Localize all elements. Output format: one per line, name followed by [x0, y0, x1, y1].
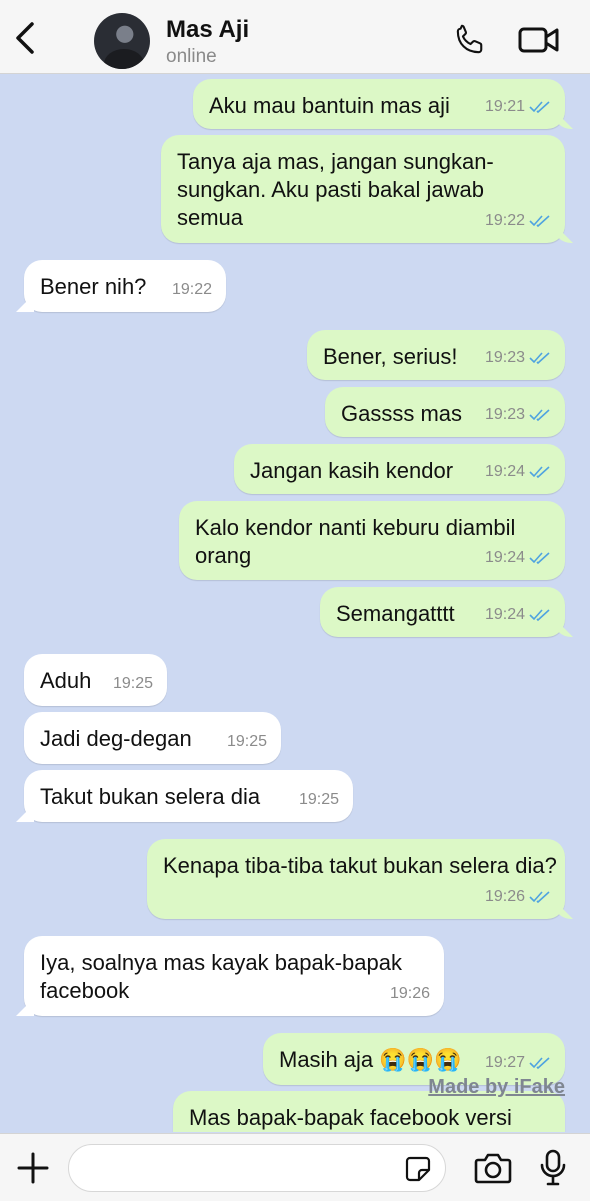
- read-ticks-icon: [529, 891, 550, 904]
- message-text: Tanya aja mas, jangan sungkan-sungkan. A…: [177, 149, 494, 230]
- chevron-left-icon[interactable]: [12, 20, 38, 56]
- message-time: 19:25: [226, 733, 267, 750]
- message-time: 19:25: [298, 791, 339, 808]
- message-text: Mas bapak-bapak facebook versi: [189, 1105, 512, 1130]
- message-time: 19:21: [484, 98, 525, 115]
- message-bubble-outgoing[interactable]: Jangan kasih kendor 19:24: [234, 444, 565, 494]
- contact-status: online: [166, 46, 217, 67]
- chat-header: Mas Aji online: [0, 0, 590, 74]
- message-bubble-incoming[interactable]: Bener nih? 19:22: [24, 260, 226, 312]
- message-time: 19:26: [484, 888, 525, 905]
- avatar[interactable]: [94, 13, 150, 69]
- message-bubble-outgoing[interactable]: Semangatttt 19:24: [320, 587, 565, 637]
- watermark: Made by iFake: [428, 1076, 565, 1098]
- message-bubble-outgoing[interactable]: Kalo kendor nanti keburu diambil orang 1…: [179, 501, 565, 580]
- read-ticks-icon: [529, 609, 550, 622]
- message-time: 19:24: [484, 606, 525, 623]
- contact-name[interactable]: Mas Aji: [166, 16, 249, 44]
- message-time: 19:24: [484, 463, 525, 480]
- message-time: 19:23: [484, 406, 525, 423]
- message-time: 19:27: [484, 1054, 525, 1071]
- composer-bar: [0, 1133, 590, 1201]
- sticker-icon[interactable]: [405, 1156, 431, 1187]
- message-bubble-outgoing[interactable]: Bener, serius! 19:23: [307, 330, 565, 380]
- message-time: 19:23: [484, 349, 525, 366]
- read-ticks-icon: [529, 466, 550, 479]
- message-bubble-incoming[interactable]: Iya, soalnya mas kayak bapak-bapak faceb…: [24, 936, 444, 1016]
- message-bubble-outgoing[interactable]: Tanya aja mas, jangan sungkan-sungkan. A…: [161, 135, 565, 243]
- message-text: Iya, soalnya mas kayak bapak-bapak faceb…: [40, 950, 402, 1003]
- message-bubble-outgoing[interactable]: Aku mau bantuin mas aji 19:21: [193, 79, 565, 129]
- read-ticks-icon: [529, 552, 550, 565]
- message-bubble-incoming[interactable]: Jadi deg-degan 19:25: [24, 712, 281, 764]
- message-time: 19:22: [484, 212, 525, 229]
- read-ticks-icon: [529, 409, 550, 422]
- plus-icon[interactable]: [16, 1151, 50, 1190]
- message-input-wrapper[interactable]: [68, 1144, 446, 1193]
- message-text: Kenapa tiba-tiba takut bukan selera dia?: [163, 853, 557, 878]
- message-time: 19:22: [171, 281, 212, 298]
- message-list[interactable]: Aku mau bantuin mas aji 19:21 Tanya aja …: [0, 74, 590, 1132]
- message-input[interactable]: [85, 1145, 389, 1193]
- read-ticks-icon: [529, 352, 550, 365]
- message-time: 19:24: [484, 549, 525, 566]
- video-camera-icon[interactable]: [518, 22, 560, 63]
- phone-icon[interactable]: [452, 22, 488, 63]
- message-bubble-outgoing[interactable]: Gassss mas 19:23: [325, 387, 565, 437]
- read-ticks-icon: [529, 215, 550, 228]
- message-bubble-incoming[interactable]: Aduh 19:25: [24, 654, 167, 706]
- message-time: 19:25: [112, 675, 153, 692]
- message-time: 19:26: [389, 985, 430, 1002]
- message-bubble-outgoing[interactable]: Kenapa tiba-tiba takut bukan selera dia?…: [147, 839, 565, 919]
- message-text: Takut bukan selera dia: [40, 784, 261, 809]
- read-ticks-icon: [529, 101, 550, 114]
- microphone-icon[interactable]: [539, 1149, 567, 1192]
- read-ticks-icon: [529, 1057, 550, 1070]
- message-bubble-incoming[interactable]: Takut bukan selera dia 19:25: [24, 770, 353, 822]
- camera-icon[interactable]: [474, 1151, 512, 1190]
